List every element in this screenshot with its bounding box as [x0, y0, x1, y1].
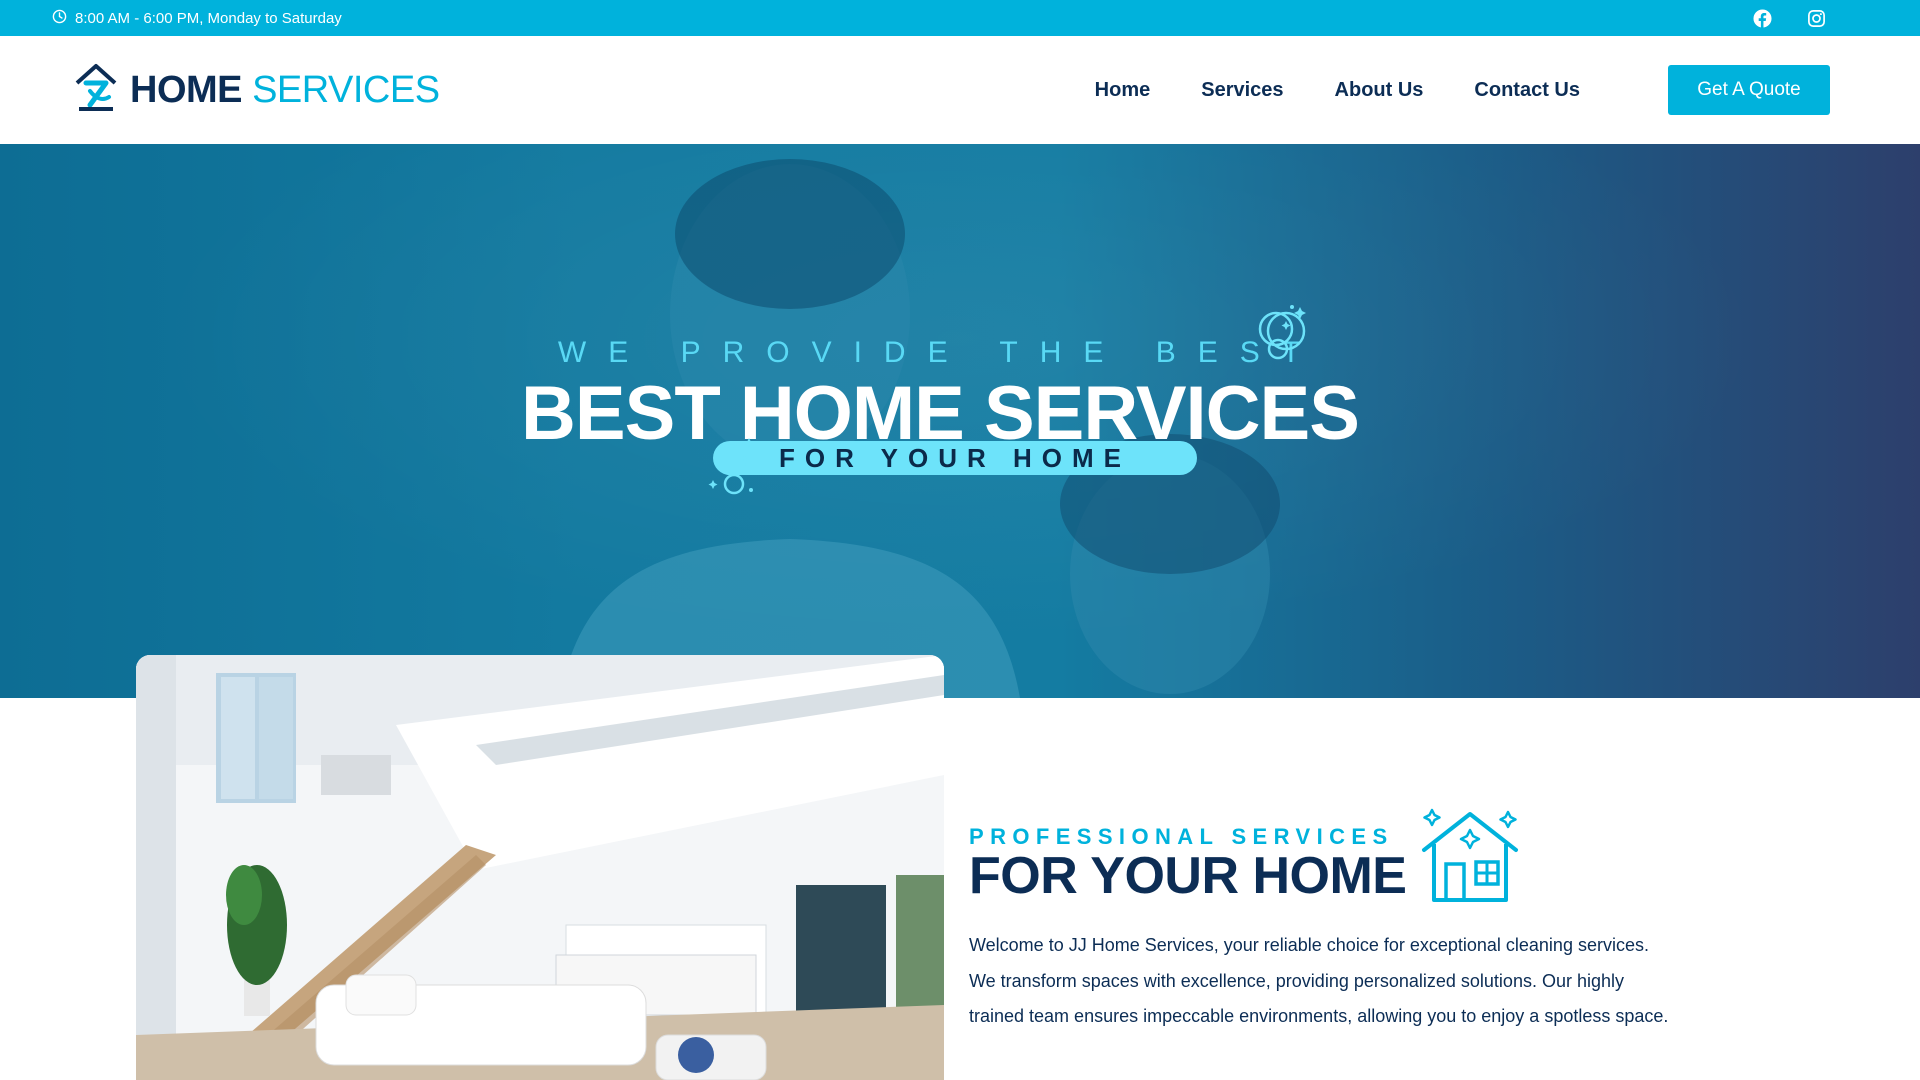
logo-wordmark: HOME SERVICES [130, 69, 440, 112]
section-title: FOR YOUR HOME [969, 847, 1407, 905]
clean-house-icon [1418, 806, 1522, 911]
facebook-icon[interactable] [1752, 8, 1772, 28]
section-description: Welcome to JJ Home Services, your reliab… [969, 935, 1669, 1026]
business-hours: 8:00 AM - 6:00 PM, Monday to Saturday [52, 9, 342, 28]
get-a-quote-button[interactable]: Get A Quote [1668, 65, 1830, 115]
logo-word-services: SERVICES [252, 68, 440, 111]
site-header: HOME SERVICES Home Services About Us Con… [0, 36, 1920, 144]
bubbles-small-icon [705, 434, 771, 503]
main-nav: Home Services About Us Contact Us [1095, 79, 1580, 102]
interior-photo [136, 655, 944, 1080]
nav-about-us[interactable]: About Us [1335, 79, 1424, 102]
hero-banner: WE PROVIDE THE BEST BEST HOME SERVICES F… [0, 144, 1920, 698]
bubbles-icon [1248, 301, 1318, 372]
nav-services[interactable]: Services [1201, 79, 1283, 102]
top-info-bar: 8:00 AM - 6:00 PM, Monday to Saturday [0, 0, 1920, 36]
site-logo[interactable]: HOME SERVICES [72, 61, 440, 120]
hero-pill-label: FOR YOUR HOME [713, 441, 1197, 475]
social-links [1752, 8, 1868, 28]
instagram-icon[interactable] [1806, 8, 1826, 28]
clock-icon [52, 9, 67, 28]
business-hours-text: 8:00 AM - 6:00 PM, Monday to Saturday [75, 9, 342, 27]
hero-subtitle: WE PROVIDE THE BEST [557, 336, 1323, 369]
nav-home[interactable]: Home [1095, 79, 1151, 102]
house-logo-icon [72, 61, 124, 120]
logo-word-home: HOME [130, 68, 243, 111]
nav-contact-us[interactable]: Contact Us [1474, 79, 1580, 102]
